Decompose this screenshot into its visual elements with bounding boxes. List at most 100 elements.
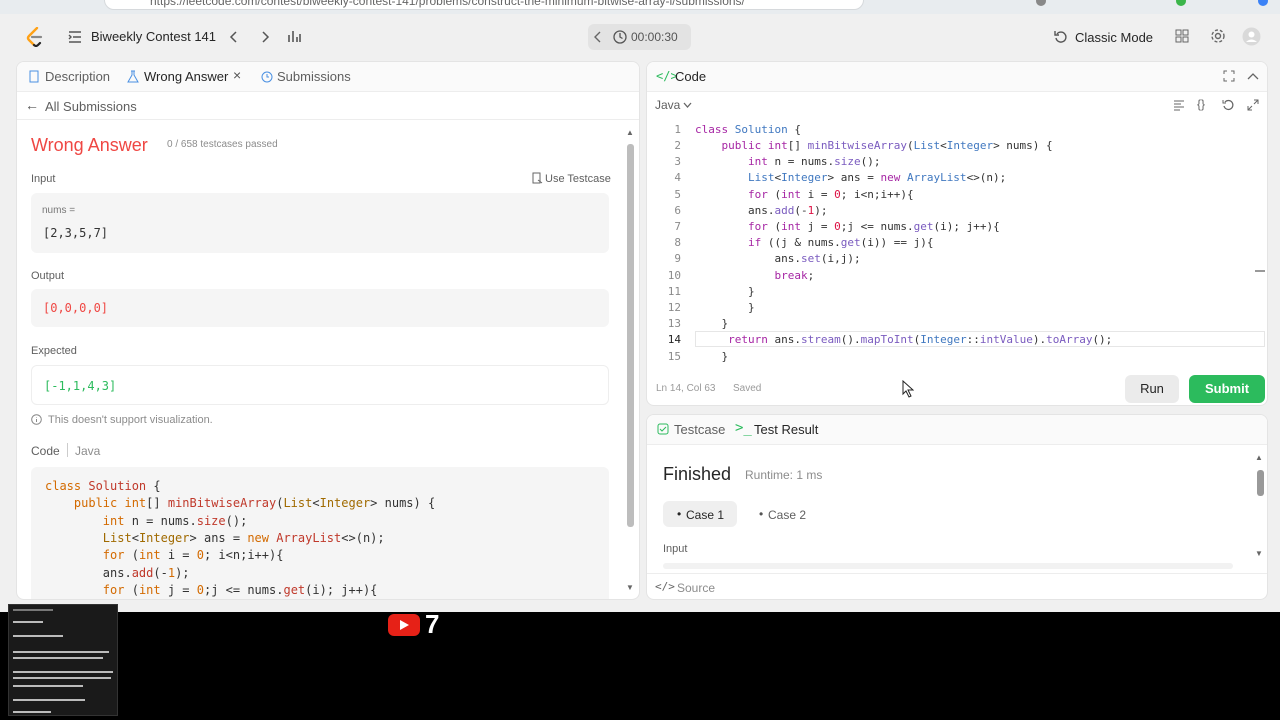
- expand-icon[interactable]: [1247, 99, 1259, 111]
- code-line: class Solution {: [45, 479, 161, 493]
- leetcode-logo-icon[interactable]: [26, 27, 44, 47]
- result-input-box: [663, 563, 1233, 569]
- collapse-timer-icon[interactable]: [594, 31, 602, 43]
- output-label: Output: [31, 270, 65, 282]
- problem-list-icon[interactable]: [68, 30, 82, 44]
- history-icon: [261, 71, 273, 83]
- output-value: [0,0,0,0]: [43, 301, 109, 315]
- profile-icon[interactable]: [1176, 0, 1186, 6]
- youtube-logo-icon: [388, 614, 420, 636]
- code-line: public int[] minBitwiseArray(List<Intege…: [73, 496, 436, 510]
- divider: [67, 443, 68, 457]
- use-testcase-button[interactable]: Use Testcase: [545, 173, 611, 185]
- source-label: Source: [677, 581, 716, 595]
- extension-icon[interactable]: [1036, 0, 1046, 6]
- code-line: ans.set(i,j);: [695, 252, 861, 265]
- output-box: [0,0,0,0]: [31, 289, 609, 327]
- top-nav: Biweekly Contest 141 00:00:30 Classic Mo…: [0, 14, 1280, 60]
- code-line: int n = nums.size();: [102, 514, 248, 528]
- collapse-icon[interactable]: [1247, 71, 1259, 81]
- description-icon: [29, 70, 39, 83]
- code-tab-bar: </> Code: [647, 62, 1267, 92]
- code-line: if ((j & nums.get(i)) == j){: [747, 236, 934, 249]
- tab-submissions[interactable]: Submissions: [277, 69, 351, 84]
- url-text: https://leetcode.com/contest/biweekly-co…: [150, 0, 745, 8]
- tab-testcase[interactable]: Testcase: [674, 422, 725, 437]
- terminal-icon: >_: [735, 420, 752, 436]
- source-bar[interactable]: </> Source: [647, 573, 1267, 599]
- left-scrollbar[interactable]: [627, 144, 634, 527]
- minimap-marker: [1255, 270, 1265, 272]
- case-1-label: Case 1: [686, 508, 725, 522]
- layout-icon[interactable]: [1175, 29, 1189, 43]
- reset-code-icon[interactable]: [1222, 99, 1234, 111]
- code-line: }: [695, 317, 729, 330]
- code-line: for (int i = 0; i<n;i++){: [747, 188, 914, 201]
- saved-status: Saved: [733, 383, 762, 394]
- testcases-passed: 0 / 658 testcases passed: [167, 139, 278, 150]
- code-line: }: [695, 350, 729, 363]
- code-editor[interactable]: 1 2 3 4 5 6 7 8 9 10 11 12 13 14 15 clas…: [647, 120, 1267, 364]
- code-line: return ans.stream().mapToInt(Integer::in…: [728, 333, 1113, 346]
- code-line: }: [695, 285, 755, 298]
- result-scroll-down-icon[interactable]: ▼: [1255, 549, 1263, 558]
- code-panel: </> Code Java {} 1 2 3 4 5 6 7 8 9 10 11…: [646, 61, 1268, 406]
- code-line: public int[] minBitwiseArray(List<Intege…: [721, 139, 1053, 152]
- scroll-down-icon[interactable]: ▼: [626, 583, 634, 592]
- submissions-back-bar: ← All Submissions: [17, 92, 639, 120]
- tab-test-result[interactable]: Test Result: [754, 422, 818, 437]
- code-line: ans.add(-1);: [45, 566, 190, 580]
- all-submissions-link[interactable]: All Submissions: [45, 99, 137, 114]
- menu-icon[interactable]: [1258, 0, 1268, 6]
- scroll-up-icon[interactable]: ▲: [626, 128, 634, 137]
- contest-timer[interactable]: 00:00:30: [588, 24, 691, 50]
- browser-bar: https://leetcode.com/contest/biweekly-co…: [0, 0, 1280, 14]
- language-select[interactable]: Java: [655, 98, 680, 112]
- result-scrollbar[interactable]: [1257, 470, 1264, 496]
- code-language: Java: [75, 444, 101, 458]
- format-code-icon[interactable]: [1173, 99, 1185, 111]
- result-tab-bar: Testcase >_ Test Result: [647, 415, 1267, 445]
- result-scroll-up-icon[interactable]: ▲: [1255, 453, 1263, 462]
- back-arrow-icon[interactable]: ←: [25, 97, 39, 113]
- submit-button[interactable]: Submit: [1189, 375, 1265, 403]
- next-problem-icon[interactable]: [260, 30, 270, 44]
- code-line: int n = nums.size();: [747, 155, 881, 168]
- clock-icon: [613, 30, 627, 44]
- video-thumbnail: [8, 604, 118, 716]
- timer-value: 00:00:30: [631, 30, 678, 44]
- left-tab-bar: Description Wrong Answer × Submissions: [17, 62, 639, 92]
- case-2-button[interactable]: • Case 2: [747, 501, 821, 527]
- chevron-down-icon[interactable]: [683, 102, 692, 109]
- youtube-badge-number: 7: [425, 609, 440, 639]
- avatar-icon[interactable]: [1242, 27, 1261, 46]
- left-panel: Description Wrong Answer × Submissions ←…: [16, 61, 640, 600]
- classic-mode-button[interactable]: Classic Mode: [1075, 30, 1153, 45]
- run-button[interactable]: Run: [1125, 375, 1179, 403]
- result-status: Finished: [663, 464, 732, 484]
- contest-title[interactable]: Biweekly Contest 141: [91, 29, 216, 44]
- checkbox-icon: [657, 423, 669, 435]
- braces-icon[interactable]: {}: [1197, 97, 1205, 111]
- tab-description[interactable]: Description: [45, 69, 110, 84]
- settings-gear-icon[interactable]: [1210, 28, 1226, 44]
- code-line: for (int j = 0;j <= nums.get(i); j++){: [747, 220, 1000, 233]
- case-1-button[interactable]: • Case 1: [663, 501, 737, 527]
- leetcode-app: https://leetcode.com/contest/biweekly-co…: [0, 0, 1280, 612]
- result-input-label: Input: [663, 543, 688, 555]
- reset-mode-icon: [1054, 31, 1067, 43]
- flask-icon: [127, 70, 139, 83]
- info-icon: [31, 414, 42, 425]
- code-line: for (int i = 0; i<n;i++){: [102, 548, 284, 562]
- tab-wrong-answer[interactable]: Wrong Answer: [144, 69, 228, 84]
- fullscreen-icon[interactable]: [1223, 70, 1235, 82]
- expected-label: Expected: [31, 345, 77, 357]
- close-tab-icon[interactable]: ×: [233, 67, 241, 83]
- prev-problem-icon[interactable]: [229, 30, 239, 44]
- code-line: List<Integer> ans = new ArrayList<>(n);: [102, 531, 385, 545]
- ranking-icon[interactable]: [287, 29, 301, 43]
- code-panel-title: Code: [675, 69, 707, 84]
- code-line: List<Integer> ans = new ArrayList<>(n);: [747, 171, 1007, 184]
- input-label: Input: [31, 173, 56, 185]
- code-line: break;: [774, 269, 815, 282]
